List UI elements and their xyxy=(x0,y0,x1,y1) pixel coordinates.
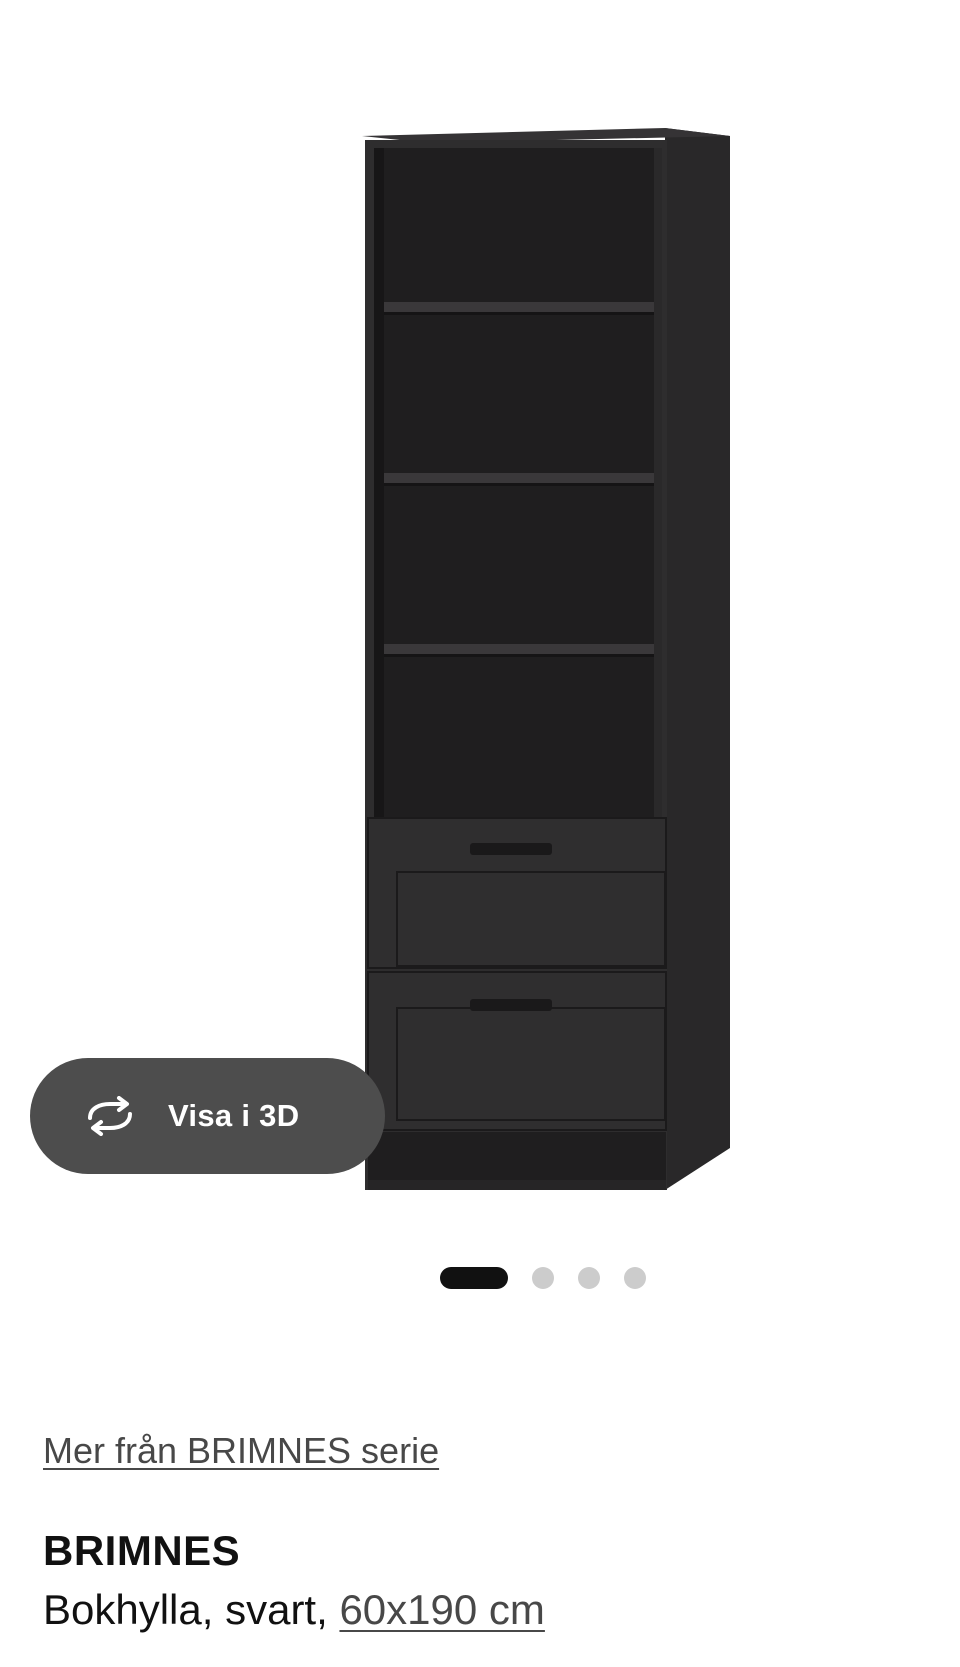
pager-dot-4[interactable] xyxy=(624,1267,646,1289)
product-description: Bokhylla, svart, 60x190 cm xyxy=(43,1586,545,1634)
rotate-3d-icon xyxy=(88,1096,132,1136)
product-description-text: Bokhylla, svart, xyxy=(43,1586,340,1633)
pager-dot-1[interactable] xyxy=(440,1267,508,1289)
pager-dot-3[interactable] xyxy=(578,1267,600,1289)
image-pager xyxy=(0,1265,960,1291)
series-link[interactable]: Mer från BRIMNES serie xyxy=(43,1430,439,1472)
view-in-3d-button[interactable]: Visa i 3D xyxy=(30,1058,385,1174)
product-image-gallery[interactable]: Visa i 3D xyxy=(0,0,960,1260)
product-name: BRIMNES xyxy=(43,1527,241,1574)
product-size-link[interactable]: 60x190 cm xyxy=(339,1586,544,1633)
view-in-3d-label: Visa i 3D xyxy=(168,1098,300,1133)
pager-dot-2[interactable] xyxy=(532,1267,554,1289)
